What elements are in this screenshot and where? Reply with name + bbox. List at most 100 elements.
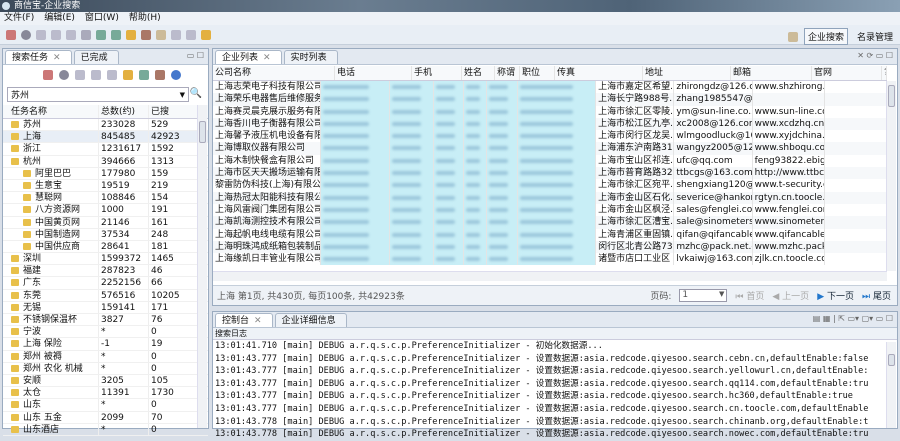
menu-window[interactable]: 窗口(W) xyxy=(85,12,119,25)
first-page-button[interactable]: ⏮ 首页 xyxy=(735,289,764,302)
close-icon[interactable]: ✕ xyxy=(53,53,61,63)
company-row[interactable]: 黎雷防伪科技(上海)有限公司 上海市徐汇区宛平...shengxiang120@1… xyxy=(213,179,887,192)
menu-edit[interactable]: 编辑(E) xyxy=(44,12,75,25)
close-icon[interactable]: ✕ xyxy=(254,316,262,326)
col-task-name[interactable]: 任务名称 xyxy=(3,105,98,118)
stop-icon[interactable] xyxy=(66,29,76,40)
task-row[interactable]: 广东 2252156 66 xyxy=(3,277,208,290)
task-row[interactable]: 中国供应商 28641 181 xyxy=(3,240,208,254)
task-row[interactable]: 杭州 394666 1313 xyxy=(3,155,208,168)
search-icon[interactable]: 🔍 xyxy=(190,88,202,99)
pause-icon[interactable] xyxy=(36,29,46,40)
company-row[interactable]: 上海缘凯日丰管业有限公司 诸暨市店口工业区 lvkaiwj@163.com zjlk.… xyxy=(213,253,887,266)
task-row[interactable]: 山东 五金 2099 70 xyxy=(3,411,208,424)
pause-icon[interactable] xyxy=(75,70,85,80)
col-header[interactable]: 姓名 xyxy=(462,66,495,80)
task-row[interactable]: 东莞 576516 10205 xyxy=(3,289,208,302)
delete-icon[interactable] xyxy=(51,29,61,40)
tab-search-tasks[interactable]: 搜索任务 ✕ xyxy=(5,50,72,64)
task-row[interactable]: 八方资源网 1000 191 xyxy=(3,204,208,217)
tab-completed[interactable]: 已完成 xyxy=(73,50,119,64)
task-row[interactable]: 深圳 1599372 1465 xyxy=(3,253,208,266)
task-row[interactable]: 福建 287823 46 xyxy=(3,265,208,278)
link-icon[interactable] xyxy=(126,29,136,40)
company-row[interactable]: 上海馨予液压机电设备有限公司 上海市闵行区龙吴...wlmgoodluck@16.… xyxy=(213,130,887,143)
company-hscrollbar[interactable] xyxy=(213,271,887,281)
task-row[interactable]: 中国黄页网 21146 161 xyxy=(3,216,208,229)
col-header[interactable]: 邮箱 xyxy=(731,66,812,80)
company-row[interactable]: 上海志荣电子科技有限公司 上海市嘉定区希望...zhirongdz@126.co.… xyxy=(213,81,887,94)
task-row[interactable]: 上海 保险 -1 19 xyxy=(3,338,208,351)
company-row[interactable]: 上海赛灵晨克展示服务有限公司 上海市徐汇区零陵...ym@sun-line.co.… xyxy=(213,105,887,118)
company-scrollbar[interactable] xyxy=(886,81,896,271)
task-row[interactable]: 宁波 * 0 xyxy=(3,326,208,339)
company-row[interactable]: 上海荣乐电器售后维修服务公司 上海长宁路988号...zhang1985547@1… xyxy=(213,93,887,106)
save-icon[interactable] xyxy=(186,29,196,40)
task-row[interactable]: 中国制造网 37534 248 xyxy=(3,228,208,241)
company-row[interactable]: 上海起帆电线电缆有限公司 上海青浦区重固镇...qifan@qifancable.… xyxy=(213,228,887,241)
company-row[interactable]: 上海博取仪器有限公司 上海浦东沪南路31...wangyz2005@126....… xyxy=(213,142,887,155)
search-icon[interactable] xyxy=(6,29,16,40)
task-row[interactable]: 浙江 1231617 1592 xyxy=(3,143,208,156)
task-row[interactable]: 郑州 被褥 * 0 xyxy=(3,350,208,363)
sort-icon[interactable] xyxy=(139,70,149,80)
search-icon[interactable] xyxy=(43,70,53,80)
company-row[interactable]: 上海市区天天搬场运输有限公司 上海市普育路路32...ttbcgs@163.com… xyxy=(213,167,887,180)
task-row[interactable]: 山东 * 0 xyxy=(3,399,208,412)
back-icon[interactable] xyxy=(201,29,211,40)
minimize-maximize-icon[interactable]: ▭ ☐ xyxy=(187,51,204,60)
search-keyword-combo[interactable]: 苏州 ▼ xyxy=(7,87,189,102)
task-row[interactable]: 阿里巴巴 177980 159 xyxy=(3,167,208,180)
company-row[interactable]: 上海凯海测控技术有限公司 上海市徐汇区漕宝...sale@sinometers..… xyxy=(213,216,887,229)
task-row[interactable]: 安顺 3205 105 xyxy=(3,374,208,388)
export-icon[interactable] xyxy=(156,29,166,40)
task-scrollbar[interactable] xyxy=(197,105,207,428)
minimize-maximize-icon[interactable]: ✕ ⟳ ▭ ☐ xyxy=(857,51,893,60)
task-row[interactable]: 苏州 233028 529 xyxy=(3,119,208,132)
tab-console[interactable]: 控制台 ✕ xyxy=(215,313,273,327)
open-perspective-icon[interactable] xyxy=(787,31,798,42)
task-row[interactable]: 上海 845485 42923 xyxy=(3,131,208,144)
col-header[interactable]: 传真 xyxy=(555,66,643,80)
col-header[interactable]: 地址 xyxy=(643,66,731,80)
company-row[interactable]: 上海热冠太阳能科技有限公司 上海市金山区石化...severice@hankon.… xyxy=(213,191,887,204)
col-header[interactable]: 称谓 xyxy=(495,66,520,80)
start-icon[interactable] xyxy=(21,29,31,40)
task-row[interactable]: 山东酒店 * 0 xyxy=(3,423,208,436)
col-header[interactable]: ? xyxy=(882,66,887,80)
col-searched[interactable]: 已搜 xyxy=(148,105,193,118)
delete-icon[interactable] xyxy=(91,70,101,80)
page-select[interactable]: 1 ▼ xyxy=(679,289,728,302)
task-row[interactable]: 郑州 农化 机械 * 0 xyxy=(3,362,208,375)
tools-icon[interactable] xyxy=(141,29,151,40)
col-total[interactable]: 总数(约) xyxy=(98,105,148,118)
task-row[interactable]: 慧聪网 108846 154 xyxy=(3,192,208,205)
tab-company-list[interactable]: 企业列表 ✕ xyxy=(215,50,282,64)
perspective-search[interactable]: 企业搜索 xyxy=(803,28,848,45)
company-row[interactable]: 上海香川电子衡器有限公司 上海市松江区九亭... xc2008@126.com www… xyxy=(213,117,887,131)
prev-page-button[interactable]: ◀ 上一页 xyxy=(772,289,809,302)
import-icon[interactable] xyxy=(171,29,181,40)
tab-company-detail[interactable]: 企业详细信息 xyxy=(274,313,347,327)
col-header[interactable]: 电话 xyxy=(335,66,412,80)
tools-icon[interactable] xyxy=(155,70,165,80)
chevron-down-icon[interactable]: ▼ xyxy=(180,91,185,99)
company-row[interactable]: 上海风雷阀门集团有限公司 上海市金山区枫泾... sales@fenglei.com… xyxy=(213,203,887,217)
task-row[interactable]: 太仓 11391 1730 xyxy=(3,387,208,400)
close-icon[interactable]: ✕ xyxy=(263,53,271,63)
company-row[interactable]: 上海木制快餐盒有限公司 上海市宝山区祁连... ufc@qq.com feng9382… xyxy=(213,154,887,168)
task-row[interactable]: 不锈钢保温杯 3827 76 xyxy=(3,314,208,327)
start-icon[interactable] xyxy=(59,70,69,80)
task-row[interactable]: 生意宝 19519 219 xyxy=(3,179,208,193)
sort-desc-icon[interactable] xyxy=(111,29,121,40)
last-page-button[interactable]: ⏭ 尾页 xyxy=(862,289,891,302)
check-icon[interactable] xyxy=(107,70,117,80)
sort-asc-icon[interactable] xyxy=(96,29,106,40)
console-scrollbar[interactable] xyxy=(886,342,896,428)
console-toolbar-icons[interactable]: ▤ ▦ | ⇱ ▭▾ ▢▾ ▭ ☐ xyxy=(813,314,893,323)
col-header[interactable]: 职位 xyxy=(520,66,555,80)
next-page-button[interactable]: ▶ 下一页 xyxy=(817,289,854,302)
find-icon[interactable] xyxy=(81,29,91,40)
perspective-list[interactable]: 名录管理 xyxy=(854,29,896,44)
col-header[interactable]: 官网 xyxy=(812,66,882,80)
